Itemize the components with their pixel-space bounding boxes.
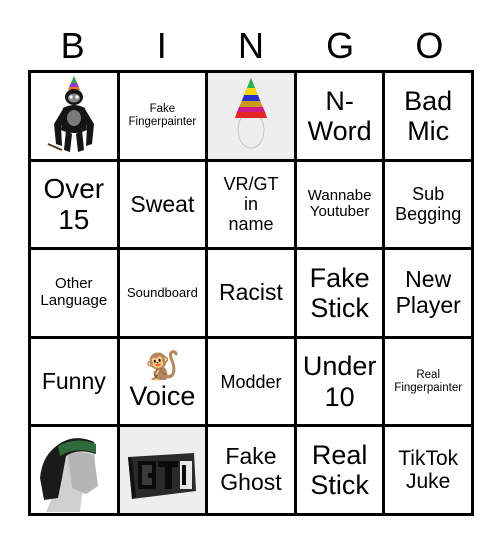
header-letter-n: N: [237, 25, 264, 66]
bingo-cell[interactable]: [31, 73, 117, 159]
cell-label: Bad Mic: [404, 85, 453, 146]
cell-label: Funny: [41, 367, 106, 394]
bingo-cell[interactable]: Fake Ghost: [208, 427, 294, 513]
bingo-cell[interactable]: Other Language: [31, 250, 117, 336]
party-hat-icon: [221, 74, 281, 158]
bingo-cell[interactable]: Real Stick: [296, 427, 383, 513]
bingo-cell[interactable]: N- Word: [296, 73, 383, 159]
cell-label: Other Language: [40, 275, 108, 309]
bingo-header: B I N G O: [28, 22, 474, 70]
cell-label: TikTok Juke: [398, 446, 459, 494]
bingo-cell[interactable]: Real Fingerpainter: [385, 338, 471, 425]
bingo-cell[interactable]: [119, 427, 206, 513]
cell-label: Sub Begging: [395, 184, 462, 225]
cell-label: VR/GT in name: [223, 174, 279, 235]
cell-label: Real Fingerpainter: [394, 368, 463, 394]
cell-label: New Player: [395, 266, 461, 318]
cell-label: Sweat: [130, 190, 195, 217]
cell-label: Soundboard: [126, 284, 198, 300]
bingo-cell[interactable]: [31, 427, 117, 513]
bingo-cell[interactable]: TikTok Juke: [385, 427, 471, 513]
cell-label: Voice: [129, 381, 196, 412]
bingo-cell[interactable]: Fake Stick: [296, 250, 383, 336]
bingo-cell[interactable]: VR/GT in name: [208, 161, 294, 248]
cell-label: Over 15: [43, 173, 105, 236]
bingo-cell[interactable]: Funny: [31, 338, 117, 425]
gt-logo-sign-icon: [122, 435, 202, 505]
bingo-cell[interactable]: Modder: [208, 338, 294, 425]
bingo-cell[interactable]: 🐒 Voice: [119, 338, 206, 425]
monkey-icon: 🐒: [144, 350, 180, 382]
cell-label: Modder: [220, 371, 282, 392]
bingo-cell[interactable]: Wannabe Youtuber: [296, 161, 383, 248]
bingo-cell[interactable]: New Player: [385, 250, 471, 336]
bingo-cell[interactable]: Fake Fingerpainter: [119, 73, 206, 159]
header-letter-g: G: [326, 25, 355, 66]
cell-label: Fake Ghost: [220, 443, 282, 496]
cell-label: Under 10: [302, 351, 377, 412]
header-letter-o: O: [415, 25, 444, 66]
bingo-cell[interactable]: Racist: [208, 250, 294, 336]
header-letter-b: B: [60, 25, 85, 66]
cell-label: Racist: [219, 279, 283, 306]
header-letter-i: I: [156, 25, 167, 66]
bingo-cell[interactable]: Sweat: [119, 161, 206, 248]
cell-label: Wannabe Youtuber: [307, 186, 372, 221]
bingo-cell[interactable]: Soundboard: [119, 250, 206, 336]
bingo-cell[interactable]: [208, 73, 294, 159]
gorilla-party-hat-icon: [44, 74, 104, 158]
bingo-cell[interactable]: Under 10: [296, 338, 383, 425]
cell-label: Fake Fingerpainter: [128, 102, 197, 128]
hair-bandana-head-icon: [32, 428, 116, 513]
bingo-card: Fake Fingerpainter N- Word Bad Mic Over …: [28, 70, 474, 516]
bingo-cell[interactable]: Bad Mic: [385, 73, 471, 159]
cell-label: Real Stick: [310, 439, 369, 501]
bingo-cell[interactable]: Over 15: [31, 161, 117, 248]
cell-label: N- Word: [307, 85, 372, 146]
bingo-cell[interactable]: Sub Begging: [385, 161, 471, 248]
cell-label: Fake Stick: [309, 262, 370, 323]
